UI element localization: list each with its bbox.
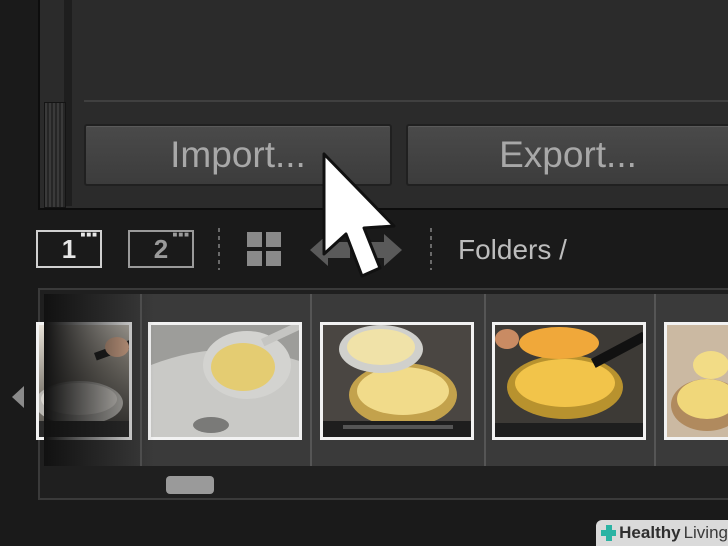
filmstrip-scroll-thumb[interactable] (166, 476, 214, 494)
import-button-label: Import... (170, 134, 306, 175)
export-button-label: Export... (499, 134, 637, 175)
watermark-word-2: Living (683, 523, 728, 542)
panel-divider (84, 100, 728, 102)
window-dots-icon: ■■■ (172, 230, 190, 239)
toolbar-separator (430, 228, 432, 270)
panel-resize-handle[interactable] (44, 102, 66, 208)
thumbnail-draining-pasta-in-sink[interactable] (148, 322, 302, 440)
grid-icon[interactable] (247, 232, 283, 268)
breadcrumb-path[interactable]: Folders / (458, 234, 567, 266)
primary-view-label: 1 (61, 233, 77, 264)
left-arrow-icon[interactable] (12, 386, 24, 408)
primary-view-button[interactable]: ■■■ 1 (36, 230, 102, 268)
thumbnail-stirring-pasta-in-pot[interactable] (492, 322, 646, 440)
mouse-pointer-icon (322, 152, 396, 278)
toolbar-separator (218, 228, 220, 270)
export-button[interactable]: Export... (406, 124, 728, 186)
watermark: Healthy Living (596, 520, 728, 546)
window-dots-icon: ■■■ (80, 230, 98, 239)
secondary-view-label: 2 (153, 233, 169, 264)
thumbnail-pasta-in-bowl[interactable] (664, 322, 728, 440)
plus-logo-icon (601, 525, 617, 541)
watermark-word-1: Healthy (619, 523, 681, 542)
thumbnail-pouring-pasta-into-pot[interactable] (320, 322, 474, 440)
secondary-view-button[interactable]: ■■■ 2 (128, 230, 194, 268)
filmstrip-fade (44, 294, 154, 466)
